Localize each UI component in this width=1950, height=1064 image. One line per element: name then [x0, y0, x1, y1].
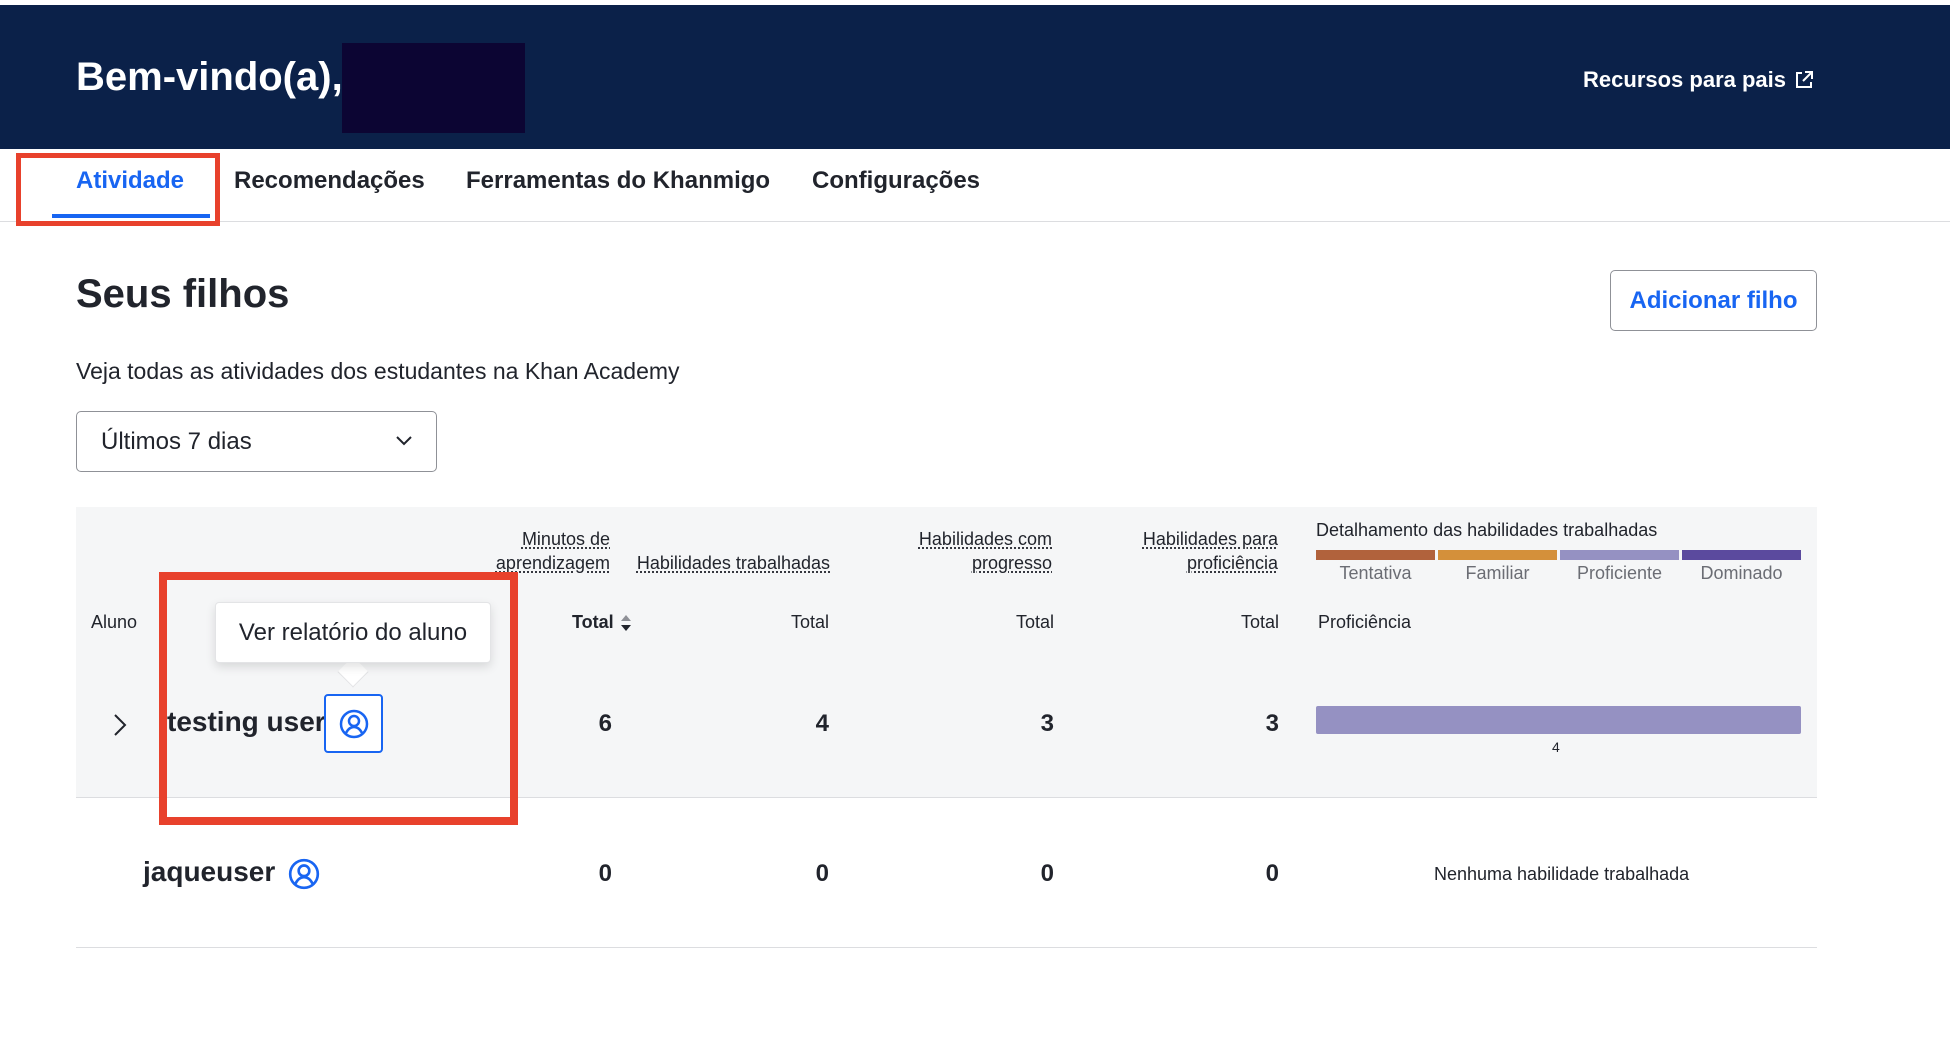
no-skills-worked-text: Nenhuma habilidade trabalhada	[1434, 864, 1690, 884]
add-child-button[interactable]: Adicionar filho	[1610, 270, 1817, 331]
page-title: Seus filhos	[76, 272, 290, 316]
proficiency-bar[interactable]	[1316, 706, 1801, 734]
row2-proficient: 0	[1265, 860, 1279, 887]
parent-resources-label: Recursos para pais	[1583, 67, 1786, 92]
col-progress-line1: Habilidades com	[918, 529, 1052, 549]
col-prof-line1: Habilidades para	[1142, 529, 1278, 549]
welcome-text: Bem-vindo(a),	[76, 55, 343, 99]
row1-worked: 4	[815, 710, 829, 737]
user-report-icon[interactable]	[287, 857, 321, 891]
period-select-value: Últimos 7 dias	[101, 427, 252, 455]
parent-resources-link[interactable]: Recursos para pais	[1583, 67, 1814, 93]
legend-label-mastered: Dominado	[1700, 563, 1783, 583]
row2-minutes: 0	[598, 860, 612, 887]
period-select[interactable]: Últimos 7 dias	[76, 411, 437, 472]
col-minutes-line1: Minutos de	[521, 529, 610, 549]
tab-khanmigo-tools[interactable]: Ferramentas do Khanmigo	[466, 167, 770, 195]
tab-recommendations[interactable]: Recomendações	[234, 167, 425, 195]
col-prof-line2: proficiência	[1186, 553, 1278, 573]
external-link-icon	[1796, 71, 1813, 88]
row2-worked: 0	[815, 860, 829, 887]
chevron-down-icon	[396, 436, 412, 446]
minutes-total-sort[interactable]: Total	[572, 612, 632, 633]
sort-icon	[620, 614, 631, 631]
legend-bar-mastered	[1682, 550, 1801, 560]
col-proficient-header[interactable]: Habilidades para proficiência	[1110, 527, 1278, 575]
col-worked-header[interactable]: Habilidades trabalhadas	[630, 551, 830, 575]
breakdown-title: Detalhamento das habilidades trabalhadas	[1316, 520, 1658, 540]
highlight-box-tab	[16, 153, 220, 226]
row2-progress: 0	[1040, 860, 1054, 887]
page-subtitle: Veja todas as atividades dos estudantes …	[76, 358, 680, 384]
legend-label-proficient: Proficiente	[1576, 563, 1663, 583]
row1-progress: 3	[1040, 710, 1054, 737]
top-header: Bem-vindo(a), Recursos para pais	[0, 5, 1950, 149]
proficiency-bar-count: 4	[1552, 739, 1560, 755]
legend-label-familiar: Familiar	[1465, 563, 1530, 583]
progress-total-label: Total	[1016, 612, 1055, 632]
student-column-header: Aluno	[91, 612, 138, 632]
worked-total-label: Total	[791, 612, 830, 632]
col-progress-header[interactable]: Habilidades com progresso	[890, 527, 1052, 575]
legend-label-attempted: Tentativa	[1339, 563, 1412, 583]
tab-settings[interactable]: Configurações	[812, 167, 980, 195]
highlight-box-student	[159, 572, 518, 825]
row1-proficient: 3	[1265, 710, 1279, 737]
col-minutes-header[interactable]: Minutos de aprendizagem	[480, 527, 610, 575]
student-name-jaqueuser[interactable]: jaqueuser	[143, 856, 275, 888]
minutes-total-label: Total	[572, 612, 614, 632]
proficiency-label: Proficiência	[1318, 612, 1412, 632]
expand-row-chevron-icon[interactable]	[108, 710, 132, 740]
redacted-name	[342, 43, 525, 133]
row1-minutes: 6	[598, 710, 612, 737]
legend-bar-attempted	[1316, 550, 1435, 560]
row-divider-2	[76, 947, 1817, 948]
col-progress-line2: progresso	[971, 553, 1052, 573]
legend-bar-familiar	[1438, 550, 1557, 560]
proficient-total-label: Total	[1241, 612, 1280, 632]
legend-bar-proficient	[1560, 550, 1679, 560]
tab-bar: Atividade Recomendações Ferramentas do K…	[0, 149, 1950, 222]
